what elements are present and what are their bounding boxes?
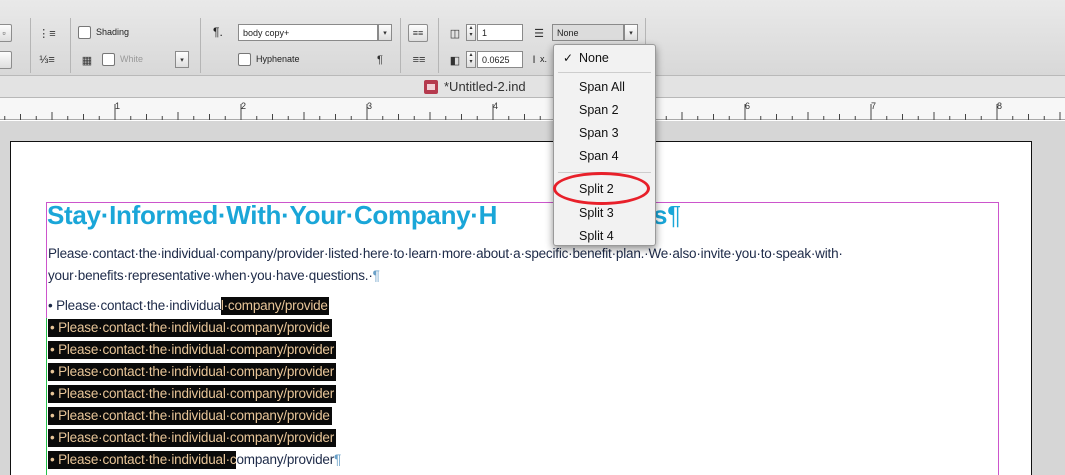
color-label: White: [120, 54, 144, 64]
divider: [400, 18, 401, 73]
menu-item-span-all[interactable]: Span All: [554, 76, 655, 98]
ruler-number: 6: [745, 101, 751, 111]
menu-item-label: Span 2: [579, 103, 619, 117]
ruler-number: 8: [997, 101, 1003, 111]
selected-text: • Please·contact·the·individual·company/…: [48, 363, 337, 381]
align-justify-all-icon[interactable]: ≡≡: [410, 51, 428, 69]
columns-field[interactable]: 1: [477, 24, 523, 41]
selected-text: • Please·contact·the·individual·company/…: [48, 341, 337, 359]
menu-divider: [558, 72, 651, 73]
list-item[interactable]: • Please·contact·the·individual·company/…: [48, 429, 498, 451]
ruler-number: 4: [493, 101, 499, 111]
list-item[interactable]: • Please·contact·the·individual·company/…: [48, 385, 498, 407]
bullet-list[interactable]: • Please·contact·the·individual·company/…: [48, 297, 498, 473]
annotation-circle: [553, 172, 650, 205]
shading-checkbox[interactable]: [78, 26, 91, 39]
toolbar-row-1: ▫ ⋮≡ Shading ¶. body copy+ ▾ ≡≡ ◫ ▴ ▾ 1 ☰…: [0, 20, 660, 46]
list-item[interactable]: • Please·contact·the·individual·company/…: [48, 341, 498, 363]
list-item[interactable]: • Please·contact·the·individual·company/…: [48, 297, 498, 319]
bullet-text: ompany/provider: [236, 452, 335, 467]
gutter-unit-label: x.: [540, 54, 548, 64]
gutter-field[interactable]: 0.0625: [477, 51, 523, 68]
menu-item-split-3[interactable]: Split 3: [554, 202, 655, 224]
color-swatch[interactable]: [102, 53, 115, 66]
horizontal-ruler[interactable]: 1 2 3 4 5 6 7 8: [0, 98, 1065, 120]
document-title: *Untitled-2.ind: [444, 79, 526, 94]
menu-item-label: Span All: [579, 80, 625, 94]
pilcrow-mark: ¶: [372, 268, 380, 283]
document-tab[interactable]: *Untitled-2.ind: [424, 79, 526, 94]
ruler-number: 2: [241, 101, 247, 111]
list-item[interactable]: • Please·contact·the·individual·company/…: [48, 319, 498, 341]
selected-text: • Please·contact·the·individual·company/…: [48, 385, 337, 403]
divider: [30, 18, 31, 73]
hyphenate-label: Hyphenate: [256, 54, 300, 64]
list-item[interactable]: • Please·contact·the·individual·company/…: [48, 407, 498, 429]
paragraph-style-field[interactable]: body copy+: [238, 24, 378, 41]
selected-text: l·company/provide: [220, 297, 329, 315]
divider: [70, 18, 71, 73]
chevron-down-icon[interactable]: ▾: [175, 51, 189, 68]
pilcrow-mark: ¶: [667, 200, 681, 230]
paragraph-line: Please·contact·the·individual·company/pr…: [48, 246, 843, 261]
control-panel-toolbar: ▫ ⋮≡ Shading ¶. body copy+ ▾ ≡≡ ◫ ▴ ▾ 1 ☰…: [0, 0, 1065, 76]
checkmark-icon: ✓: [563, 51, 574, 65]
span-columns-icon: ☰: [534, 27, 544, 40]
ruler-number: 3: [367, 101, 373, 111]
heading-text: Stay·Informed·With·Your·Company·H: [47, 200, 498, 230]
paragraph-style-icon: ¶.: [213, 25, 223, 39]
selected-text: • Please·contact·the·individual·company/…: [48, 429, 337, 447]
divider: [438, 18, 439, 73]
gutter-stepper[interactable]: ▴ ▾: [466, 51, 476, 68]
menu-item-span-2[interactable]: Span 2: [554, 99, 655, 121]
shading-color-icon[interactable]: ▦: [78, 51, 96, 69]
left-toggle-button-2[interactable]: [0, 51, 12, 69]
ruler-number: 7: [871, 101, 877, 111]
indesign-document-icon: [424, 79, 438, 94]
ruler-ticks: [4, 104, 1061, 120]
menu-item-label: Split 3: [579, 206, 614, 220]
selected-text: • Please·contact·the·individual·c: [48, 451, 237, 469]
paragraph-options-icon[interactable]: ¶: [371, 51, 389, 69]
shading-label: Shading: [96, 27, 130, 37]
menu-item-label: Split 4: [579, 229, 614, 243]
numbered-list-icon[interactable]: ⅓≡: [38, 51, 56, 69]
align-justify-button[interactable]: ≡≡: [408, 24, 428, 42]
selected-text: • Please·contact·the·individual·company/…: [48, 407, 332, 425]
span-columns-menu: ✓ None Span All Span 2 Span 3 Span 4 Spl…: [553, 44, 656, 246]
menu-item-label: Span 4: [579, 149, 619, 163]
menu-item-label: Span 3: [579, 126, 619, 140]
chevron-down-icon[interactable]: ▾: [624, 24, 638, 41]
columns-icon: ◫: [449, 27, 461, 40]
menu-item-split-4[interactable]: Split 4: [554, 225, 655, 247]
body-paragraph[interactable]: Please·contact·the·individual·company/pr…: [48, 243, 978, 287]
menu-item-span-3[interactable]: Span 3: [554, 122, 655, 144]
bullet-text: • Please·contact·the·individua: [48, 298, 221, 313]
columns-stepper[interactable]: ▴ ▾: [466, 24, 476, 41]
selected-text: • Please·contact·the·individual·company/…: [48, 319, 332, 337]
span-columns-dropdown[interactable]: None: [552, 24, 624, 41]
menu-item-label: None: [579, 51, 609, 65]
list-item[interactable]: • Please·contact·the·individual·company/…: [48, 363, 498, 385]
menu-item-none[interactable]: ✓ None: [554, 47, 655, 69]
menu-item-span-4[interactable]: Span 4: [554, 145, 655, 167]
paragraph-line: your·benefits·representative·when·you·ha…: [48, 268, 373, 283]
list-item[interactable]: • Please·contact·the·individual·company/…: [48, 451, 498, 473]
chevron-down-icon[interactable]: ▾: [378, 24, 392, 41]
pilcrow-mark: ¶: [334, 452, 342, 467]
gutter-icon: ◧: [449, 54, 461, 67]
ruler-number: 1: [115, 101, 121, 111]
hyphenate-checkbox[interactable]: [238, 53, 251, 66]
bullet-list-icon[interactable]: ⋮≡: [38, 24, 56, 42]
document-tab-bar: *Untitled-2.ind: [0, 76, 1065, 98]
selection-marker: [46, 318, 47, 475]
divider: [200, 18, 201, 73]
left-toggle-button[interactable]: ▫: [0, 24, 12, 42]
